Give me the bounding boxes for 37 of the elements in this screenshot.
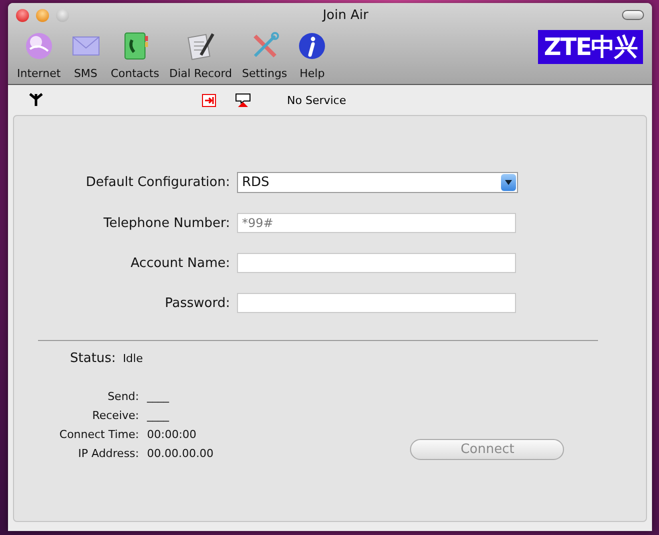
toolbar-button[interactable]: Settings (237, 31, 292, 80)
logo: ZTE中兴 (538, 30, 643, 64)
toolbar-toggle-button[interactable] (622, 10, 644, 20)
caret-icon (505, 180, 512, 185)
stat-label: Send: (108, 390, 139, 403)
antenna-icon (29, 93, 43, 107)
status-label: Status: (70, 351, 116, 366)
toolbar-button[interactable]: Help (292, 31, 332, 80)
toolbar-button[interactable]: Internet (12, 31, 66, 80)
stat-value: 00:00:00 (147, 428, 198, 441)
exit-icon (202, 94, 216, 106)
window-title: Join Air (321, 8, 370, 22)
service-status: No Service (287, 94, 346, 106)
field-label: Telephone Number: (103, 216, 230, 230)
stat-label: IP Address: (78, 447, 139, 460)
field-label: Password: (164, 296, 230, 310)
field-label: Account Name: (130, 256, 230, 270)
stat-label: Connect Time: (59, 428, 139, 441)
message-icon (235, 93, 251, 107)
stat-label: Receive: (92, 409, 139, 422)
toolbar-button[interactable]: SMS (66, 31, 106, 80)
close-button[interactable] (16, 8, 29, 22)
notepad-icon (186, 31, 216, 61)
stat-value: ____ (147, 409, 170, 422)
field-label: Default Configuration: (86, 175, 230, 190)
input-field[interactable]: *99# (237, 213, 516, 233)
minimize-button[interactable] (36, 8, 49, 22)
status-value: Idle (122, 352, 143, 365)
zoom-button[interactable] (56, 8, 69, 22)
stat-value: 00.00.00.00 (147, 447, 214, 460)
info-icon (297, 31, 328, 61)
input-field[interactable] (237, 253, 516, 273)
stat-value: ____ (147, 390, 170, 403)
configuration-dropdown[interactable]: RDS (237, 172, 518, 193)
toolbar-button[interactable]: Contacts (106, 31, 164, 80)
input-field[interactable] (237, 293, 516, 313)
toolbar-button[interactable]: Dial Record (164, 31, 238, 80)
